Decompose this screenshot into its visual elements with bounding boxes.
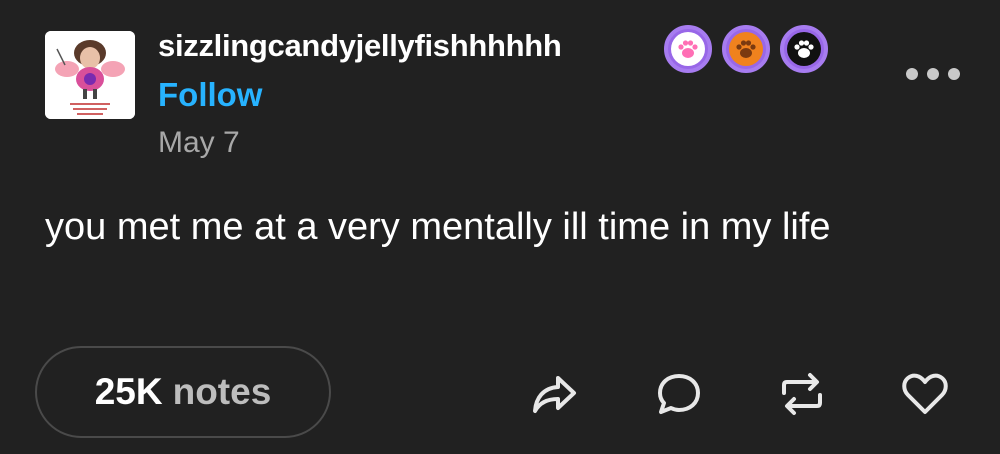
notes-button[interactable]: 25K notes <box>35 346 331 438</box>
author-username[interactable]: sizzlingcandyjellyfishhhhhh <box>158 28 562 64</box>
badge-list <box>664 25 828 73</box>
avatar-image <box>45 31 135 119</box>
black-paw-badge-icon[interactable] <box>780 25 828 73</box>
like-icon[interactable] <box>897 366 953 422</box>
post-body: you met me at a very mentally ill time i… <box>45 206 831 248</box>
post-date: May 7 <box>158 126 240 159</box>
follow-button[interactable]: Follow <box>158 76 262 114</box>
dot <box>906 68 918 80</box>
reblog-icon[interactable] <box>774 366 830 422</box>
orange-paw-badge-icon[interactable] <box>722 25 770 73</box>
dot <box>948 68 960 80</box>
share-icon[interactable] <box>526 366 582 422</box>
reply-icon[interactable] <box>651 366 707 422</box>
notes-count: 25K <box>94 371 163 412</box>
dot <box>927 68 939 80</box>
pink-paw-badge-icon[interactable] <box>664 25 712 73</box>
avatar[interactable] <box>45 31 135 119</box>
more-options-icon[interactable] <box>906 62 960 86</box>
notes-label: notes <box>172 371 272 412</box>
